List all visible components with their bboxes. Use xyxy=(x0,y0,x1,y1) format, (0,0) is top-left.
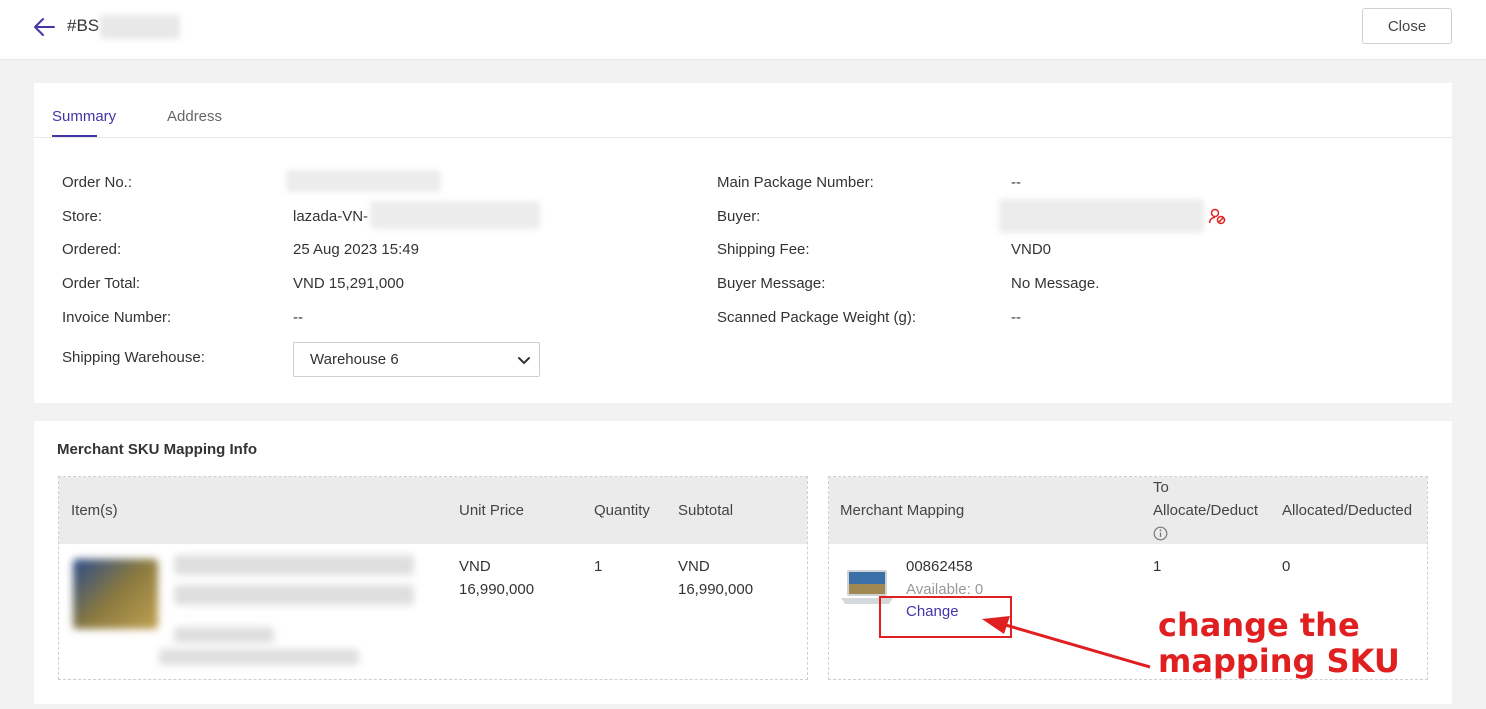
header-to-allocate-line2: Allocate/Deduct xyxy=(1153,502,1259,519)
ordered-value: 25 Aug 2023 15:49 xyxy=(293,241,419,258)
main-package-value: -- xyxy=(1011,174,1021,191)
shipping-fee-value: VND0 xyxy=(1011,241,1052,258)
order-number-redacted xyxy=(100,15,180,39)
buyer-message-label: Buyer Message: xyxy=(717,275,826,292)
header-merchant-mapping: Merchant Mapping xyxy=(840,502,965,519)
table-header: Item(s) Unit Price Quantity Subtotal xyxy=(59,477,807,544)
product-image-redacted xyxy=(73,559,158,629)
annotation-line1: change the xyxy=(1158,606,1360,644)
invoice-number-value: -- xyxy=(293,309,303,326)
unit-price-currency: VND xyxy=(459,558,491,575)
shipping-fee-label: Shipping Fee: xyxy=(717,241,810,258)
subtotal-amount: 16,990,000 xyxy=(678,581,754,598)
buyer-privacy-icon[interactable] xyxy=(1208,207,1226,225)
product-sku-redacted xyxy=(174,627,274,643)
order-summary-panel: Summary Address Order No.: Store: lazada… xyxy=(34,83,1452,403)
order-total-value: VND 15,291,000 xyxy=(293,275,404,292)
main-package-label: Main Package Number: xyxy=(717,174,874,191)
header-to-allocate-line1: To xyxy=(1153,479,1169,496)
product-variant-redacted xyxy=(159,649,359,665)
header-unit-price: Unit Price xyxy=(459,502,525,519)
product-name-redacted xyxy=(174,585,414,605)
header-quantity: Quantity xyxy=(594,502,650,519)
quantity-cell: 1 xyxy=(594,558,603,575)
active-tab-indicator xyxy=(52,135,97,137)
store-name-redacted xyxy=(370,201,540,229)
invoice-number-label: Invoice Number: xyxy=(62,309,172,326)
header-allocated: Allocated/Deducted xyxy=(1282,502,1413,519)
merchant-sku: 00862458 xyxy=(906,558,973,575)
back-arrow-icon[interactable] xyxy=(30,14,58,40)
close-button[interactable]: Close xyxy=(1362,8,1452,44)
shipping-warehouse-select[interactable]: Warehouse 6 xyxy=(293,342,540,377)
unit-price-amount: 16,990,000 xyxy=(459,581,535,598)
shipping-warehouse-label: Shipping Warehouse: xyxy=(62,349,205,366)
unit-price-cell: VND 16,990,000 xyxy=(459,555,534,601)
header-subtotal: Subtotal xyxy=(678,502,734,519)
chevron-down-icon xyxy=(517,353,531,367)
order-no-label: Order No.: xyxy=(62,174,133,191)
subtotal-currency: VND xyxy=(678,558,710,575)
top-bar: #BS Close xyxy=(0,0,1486,60)
to-allocate-cell: 1 xyxy=(1153,558,1162,575)
order-total-label: Order Total: xyxy=(62,275,141,292)
scanned-weight-value: -- xyxy=(1011,309,1021,326)
annotation-arrow xyxy=(980,612,1160,672)
allocated-cell: 0 xyxy=(1282,558,1291,575)
store-value: lazada-VN- xyxy=(293,208,369,225)
table-header: Merchant Mapping To Allocate/Deduct Allo… xyxy=(829,477,1427,544)
order-title: #BS xyxy=(67,16,100,35)
tab-summary[interactable]: Summary xyxy=(52,108,116,125)
section-title: Merchant SKU Mapping Info xyxy=(57,441,257,458)
scanned-weight-label: Scanned Package Weight (g): xyxy=(717,309,917,326)
subtotal-cell: VND 16,990,000 xyxy=(678,555,753,601)
buyer-label: Buyer: xyxy=(717,208,761,225)
buyer-name-redacted xyxy=(999,199,1204,233)
annotation-text: change the mapping SKU xyxy=(1158,607,1400,679)
tab-bar: Summary Address xyxy=(34,83,1452,138)
order-items-table: Item(s) Unit Price Quantity Subtotal VND… xyxy=(58,476,808,680)
annotation-line2: mapping SKU xyxy=(1158,642,1400,680)
shipping-warehouse-value: Warehouse 6 xyxy=(310,351,399,368)
product-name-redacted xyxy=(174,555,414,575)
buyer-message-value: No Message. xyxy=(1011,275,1100,292)
store-label: Store: xyxy=(62,208,103,225)
info-icon[interactable] xyxy=(1153,526,1168,541)
order-no-redacted xyxy=(286,170,441,192)
ordered-label: Ordered: xyxy=(62,241,122,258)
tab-address[interactable]: Address xyxy=(167,108,222,125)
header-items: Item(s) xyxy=(71,502,118,519)
